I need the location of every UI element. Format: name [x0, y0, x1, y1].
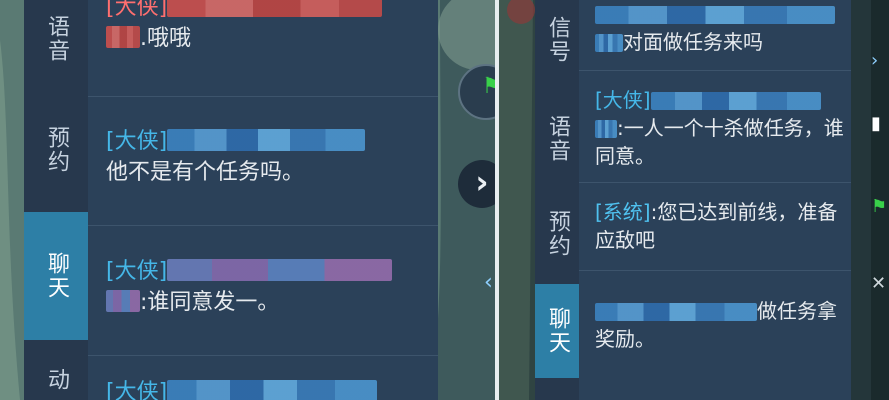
tab-voice[interactable]: 语音	[24, 0, 88, 78]
sender-tag: [大侠]	[106, 0, 168, 20]
message-divider	[88, 355, 438, 356]
blurred-name	[167, 129, 366, 151]
right-screenshot: 信号 语音 预约 聊天 对面做任务来吗 [大侠] :一人一个十杀做任务，谁同意。…	[499, 0, 889, 400]
close-icon[interactable]: ✕	[871, 273, 889, 294]
tab-chat[interactable]: 聊天	[24, 212, 88, 340]
message-divider	[579, 70, 851, 71]
tab-activity[interactable]: 动	[24, 360, 88, 400]
blurred-name	[106, 290, 140, 312]
chat-message: [大侠] :一人一个十杀做任务，谁同意。	[595, 86, 845, 170]
blurred-name	[595, 120, 617, 138]
chat-message: 对面做任务来吗	[595, 0, 845, 56]
chat-sidebar: 语音 预约 聊天 动	[24, 0, 88, 400]
left-screenshot: 语音 预约 聊天 动 [大侠] .哦哦 [大侠] 他不是有个任务吗。 [大侠] …	[0, 0, 498, 400]
sender-tag: [大侠]	[106, 380, 168, 400]
blurred-name	[167, 380, 378, 400]
message-divider	[88, 225, 438, 226]
message-text: :一人一个十杀做任务，谁同意。	[595, 116, 844, 168]
message-divider	[579, 182, 851, 183]
chat-message: 做任务拿奖励。	[595, 297, 845, 353]
chevron-right-icon[interactable]: ›	[871, 50, 889, 71]
message-divider	[88, 96, 438, 97]
tab-voice[interactable]: 语音	[535, 96, 579, 182]
chat-message: [系统]:您已达到前线，准备应敌吧	[595, 198, 845, 254]
message-divider	[579, 270, 851, 271]
message-text: .哦哦	[140, 26, 191, 51]
chat-message: [大侠] .哦哦	[106, 0, 424, 54]
message-text: 他不是有个任务吗。	[106, 160, 305, 185]
message-text: 对面做任务来吗	[623, 30, 763, 54]
collapse-chat-button[interactable]: ›	[458, 160, 498, 208]
sender-tag: [大侠]	[106, 259, 168, 284]
chat-sidebar: 信号 语音 预约 聊天	[535, 0, 579, 400]
tab-chat[interactable]: 聊天	[535, 284, 579, 378]
chat-message: [大侠] :谁同意发一。	[106, 256, 424, 318]
chat-message-list[interactable]: [大侠] .哦哦 [大侠] 他不是有个任务吗。 [大侠] :谁同意发一。 [大侠…	[88, 0, 438, 400]
chevron-right-icon: ›	[475, 163, 489, 201]
chevron-left-icon[interactable]: ‹	[484, 270, 493, 295]
system-tag: [系统]	[595, 200, 651, 224]
blurred-name	[167, 0, 383, 17]
flag-icon[interactable]: ⚑	[871, 196, 889, 217]
chat-message-list[interactable]: 对面做任务来吗 [大侠] :一人一个十杀做任务，谁同意。 [系统]:您已达到前线…	[579, 0, 851, 400]
side-controls-strip: › ▮ ⚑ ✕	[871, 0, 889, 400]
tab-signal[interactable]: 信号	[535, 0, 579, 80]
marker-icon[interactable]: ▮	[871, 113, 889, 134]
sender-tag: [大侠]	[106, 129, 168, 154]
chat-message: [大侠] 他不是有个任务吗。	[106, 126, 424, 188]
blurred-name	[595, 303, 757, 321]
blurred-name	[595, 34, 623, 52]
tab-reservation[interactable]: 预约	[535, 192, 579, 276]
message-text: :谁同意发一。	[140, 290, 280, 315]
blurred-name	[106, 26, 140, 48]
blurred-name	[167, 259, 393, 281]
blurred-name	[650, 92, 821, 110]
chat-message: [大侠]	[106, 377, 424, 400]
tab-reservation[interactable]: 预约	[24, 108, 88, 192]
sender-tag: [大侠]	[595, 88, 651, 112]
blurred-name	[595, 6, 835, 24]
